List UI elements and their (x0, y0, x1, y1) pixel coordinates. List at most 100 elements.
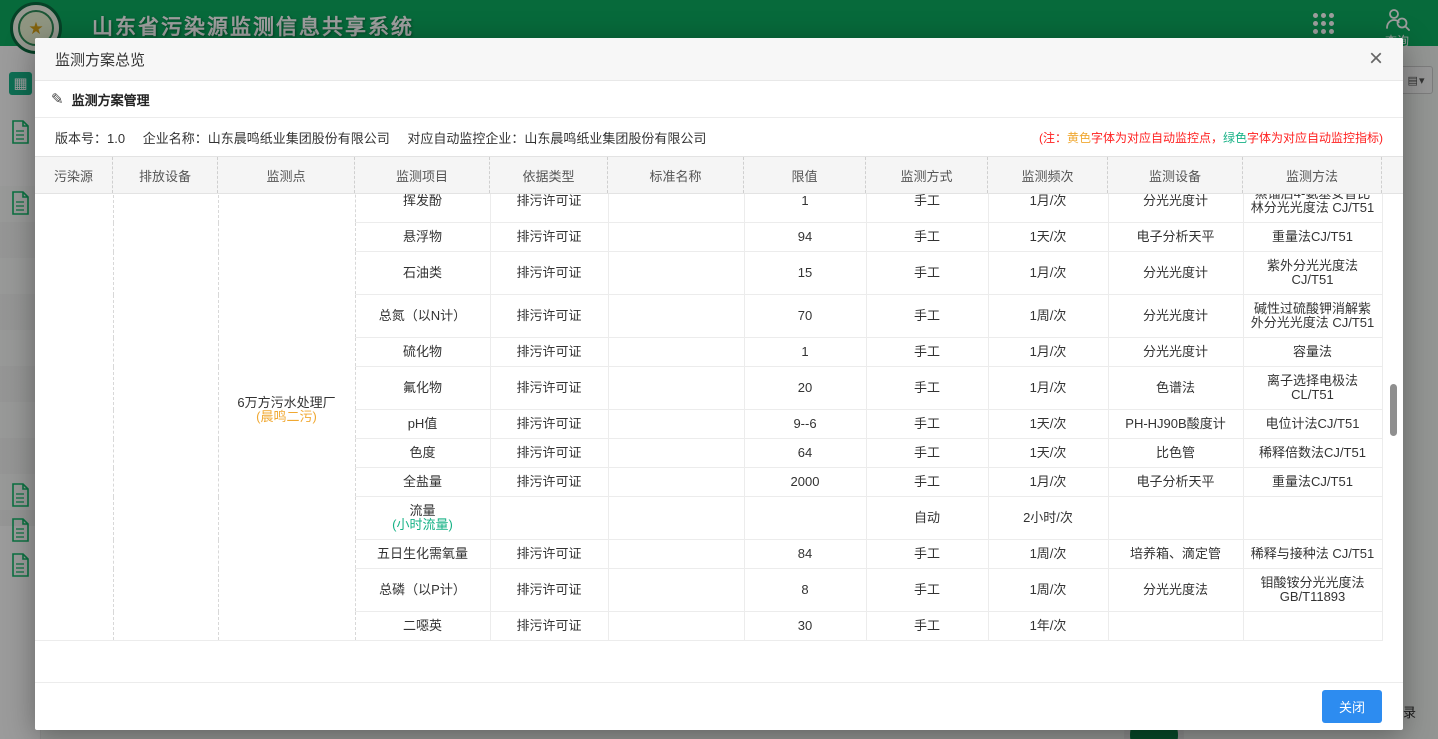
cell-monitor-device: 电子分析天平 (1108, 468, 1243, 497)
column-header: 监测点 (218, 157, 355, 193)
cell-monitor-method: 重量法CJ/T51 (1243, 223, 1382, 252)
cell-monitor-device: 色谱法 (1108, 367, 1243, 410)
cell-monitor-frequency: 1月/次 (988, 468, 1108, 497)
cell-monitor-mode: 手工 (866, 295, 988, 338)
cell-limit-value: 1 (744, 194, 866, 223)
cell-monitor-frequency: 1天/次 (988, 223, 1108, 252)
cell-monitor-mode: 手工 (866, 540, 988, 569)
cell-monitor-frequency: 1年/次 (988, 612, 1108, 641)
cell-monitor-mode: 手工 (866, 194, 988, 223)
cell-monitor-method: 离子选择电极法 CL/T51 (1243, 367, 1382, 410)
modal-title: 监测方案总览 (55, 49, 145, 70)
edit-pencil-icon: ✎ (51, 90, 64, 108)
cell-monitor-mode: 手工 (866, 410, 988, 439)
table-scrollbar-thumb[interactable] (1390, 384, 1397, 436)
cell-monitor-method: 蒸馏后4-氨基安替比林分光光度法 CJ/T51 (1243, 194, 1382, 223)
cell-monitor-method (1243, 497, 1382, 540)
cell-limit-value (744, 497, 866, 540)
cell-basis-type: 排污许可证 (490, 194, 608, 223)
cell-monitor-item: 全盐量 (355, 468, 490, 497)
cell-monitor-mode: 手工 (866, 612, 988, 641)
column-header: 污染源 (35, 157, 113, 193)
cell-monitor-device: 分光光度计 (1108, 194, 1243, 223)
cell-limit-value: 94 (744, 223, 866, 252)
cell-monitor-device: 电子分析天平 (1108, 223, 1243, 252)
cell-standard-name (608, 410, 744, 439)
cell-monitor-method: 紫外分光光度法 CJ/T51 (1243, 252, 1382, 295)
cell-monitor-device: PH-HJ90B酸度计 (1108, 410, 1243, 439)
screen: ★ 山东省污染源监测信息共享系统 查询 ▦ (0, 0, 1438, 739)
cell-monitor-item-sub: (小时流量) (363, 518, 483, 532)
section-header: ✎ 监测方案管理 (35, 81, 1403, 118)
company-label: 企业名称： (143, 131, 208, 146)
cell-limit-value: 2000 (744, 468, 866, 497)
cell-monitor-item: 悬浮物 (355, 223, 490, 252)
cell-monitor-item: 总氮（以N计） (355, 295, 490, 338)
close-button[interactable]: 关闭 (1322, 690, 1382, 723)
cell-monitor-frequency: 1月/次 (988, 367, 1108, 410)
cell-basis-type: 排污许可证 (490, 223, 608, 252)
modal-footer: 关闭 (35, 682, 1403, 730)
cell-monitor-mode: 手工 (866, 468, 988, 497)
close-icon[interactable]: × (1369, 47, 1383, 71)
cell-monitor-mode: 手工 (866, 252, 988, 295)
cell-monitor-frequency: 1周/次 (988, 540, 1108, 569)
cell-standard-name (608, 338, 744, 367)
cell-basis-type: 排污许可证 (490, 367, 608, 410)
cell-basis-type: 排污许可证 (490, 295, 608, 338)
monitor-point-alias: (晨鸣二污) (226, 410, 348, 424)
table-header-row: 污染源排放设备监测点监测项目依据类型标准名称限值监测方式监测频次监测设备监测方法 (35, 156, 1403, 194)
cell-monitor-method (1243, 612, 1382, 641)
column-header: 监测频次 (988, 157, 1108, 193)
table-scroll-content: 6万方污水处理厂(晨鸣二污)挥发酚排污许可证1手工1月/次分光光度计蒸馏后4-氨… (35, 194, 1403, 641)
cell-limit-value: 9--6 (744, 410, 866, 439)
cell-monitor-mode: 手工 (866, 439, 988, 468)
column-header: 限值 (744, 157, 866, 193)
version-label: 版本号： (55, 131, 107, 146)
note-part: 字体为对应自动监控点， (1091, 131, 1223, 145)
note-part: (注： (1039, 131, 1067, 145)
cell-monitor-method: 稀释与接种法 CJ/T51 (1243, 540, 1382, 569)
table-viewport: 6万方污水处理厂(晨鸣二污)挥发酚排污许可证1手工1月/次分光光度计蒸馏后4-氨… (35, 194, 1403, 682)
column-header: 监测方法 (1243, 157, 1382, 193)
cell-basis-type: 排污许可证 (490, 252, 608, 295)
plan-info: 版本号：1.0 企业名称：山东晨鸣纸业集团股份有限公司 对应自动监控企业：山东晨… (55, 128, 706, 147)
cell-monitor-item: 硫化物 (355, 338, 490, 367)
cell-monitor-frequency: 1月/次 (988, 252, 1108, 295)
cell-basis-type: 排污许可证 (490, 439, 608, 468)
cell-monitor-mode: 自动 (866, 497, 988, 540)
cell-monitor-device: 分光光度计 (1108, 295, 1243, 338)
cell-monitor-frequency: 1天/次 (988, 410, 1108, 439)
cell-monitor-method: 重量法CJ/T51 (1243, 468, 1382, 497)
note-green: 绿色 (1223, 131, 1247, 145)
cell-limit-value: 15 (744, 252, 866, 295)
cell-monitor-frequency: 1周/次 (988, 295, 1108, 338)
cell-monitor-device: 分光光度计 (1108, 338, 1243, 367)
cell-standard-name (608, 612, 744, 641)
cell-limit-value: 30 (744, 612, 866, 641)
cell-limit-value: 20 (744, 367, 866, 410)
monitor-point-cell: 6万方污水处理厂(晨鸣二污) (218, 194, 355, 641)
auto-company-value: 山东晨鸣纸业集团股份有限公司 (524, 131, 706, 146)
cell-monitor-device: 分光光度计 (1108, 252, 1243, 295)
cell-monitor-item: pH值 (355, 410, 490, 439)
table-row: 6万方污水处理厂(晨鸣二污)挥发酚排污许可证1手工1月/次分光光度计蒸馏后4-氨… (35, 194, 1382, 223)
company-value: 山东晨鸣纸业集团股份有限公司 (208, 131, 390, 146)
cell-limit-value: 1 (744, 338, 866, 367)
cell-monitor-method: 电位计法CJ/T51 (1243, 410, 1382, 439)
column-header: 标准名称 (608, 157, 744, 193)
cell-monitor-mode: 手工 (866, 338, 988, 367)
modal-titlebar: 监测方案总览 × (35, 38, 1403, 81)
cell-monitor-item: 总磷（以P计） (355, 569, 490, 612)
cell-basis-type: 排污许可证 (490, 540, 608, 569)
cell-standard-name (608, 569, 744, 612)
cell-basis-type: 排污许可证 (490, 338, 608, 367)
monitor-table: 6万方污水处理厂(晨鸣二污)挥发酚排污许可证1手工1月/次分光光度计蒸馏后4-氨… (35, 194, 1383, 641)
cell-standard-name (608, 223, 744, 252)
cell-standard-name (608, 194, 744, 223)
cell-standard-name (608, 468, 744, 497)
cell-monitor-mode: 手工 (866, 367, 988, 410)
cell-basis-type: 排污许可证 (490, 612, 608, 641)
cell-monitor-method: 钼酸铵分光光度法 GB/T11893 (1243, 569, 1382, 612)
cell-monitor-device (1108, 612, 1243, 641)
